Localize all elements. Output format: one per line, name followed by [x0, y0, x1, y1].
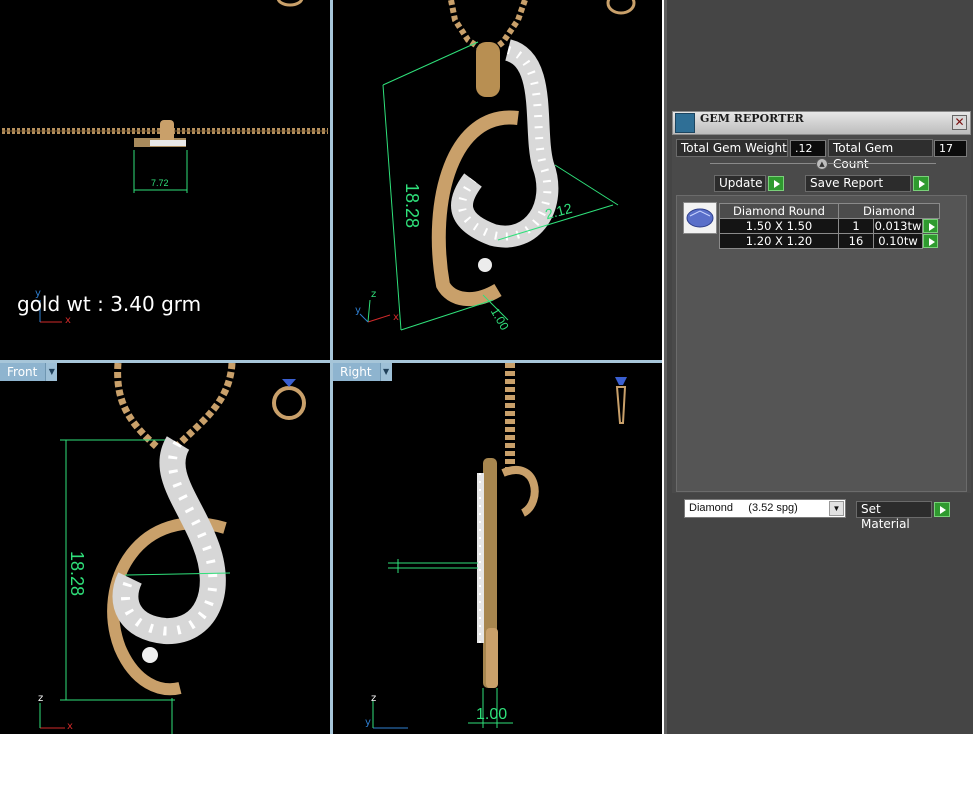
- total-gem-weight-label: Total Gem Weight: [676, 139, 788, 157]
- right-view-tab[interactable]: Right ▼: [333, 363, 392, 381]
- gem-row-count: 1: [838, 218, 874, 234]
- gem-table-header-shape: Diamond Round: [719, 203, 839, 219]
- axis-z-label: z: [371, 289, 377, 300]
- axis-y-label: y: [355, 305, 361, 316]
- chevron-down-icon[interactable]: ▼: [829, 501, 844, 516]
- viewport-front[interactable]: 18.28 z x Front ▼: [0, 363, 330, 734]
- gem-reporter-logo-icon: [675, 113, 695, 133]
- axis-x-label: x: [393, 312, 399, 323]
- gem-list-area: Diamond Round Diamond 1.50 X 1.50 1 0.01…: [676, 195, 967, 492]
- material-select[interactable]: Diamond (3.52 spg) ▼: [684, 499, 846, 518]
- update-button[interactable]: Update: [714, 175, 766, 192]
- material-select-value: Diamond (3.52 spg): [689, 502, 798, 514]
- gem-reporter-header[interactable]: GEM REPORTER ✕: [672, 111, 971, 135]
- persp-dimension-vertical: 18.28: [402, 182, 423, 229]
- viewport-divider-vertical[interactable]: [330, 0, 333, 734]
- axis-y-label: y: [365, 717, 371, 728]
- gem-reporter-panel: GEM REPORTER ✕ Total Gem Weight .12 Tota…: [672, 111, 971, 493]
- gem-row-size: 1.50 X 1.50: [719, 218, 839, 234]
- cad-workspace: 7.72 gold wt : 3.40 grm x y 18.28 2.12 1…: [0, 0, 973, 809]
- gold-weight-note: gold wt : 3.40 grm: [17, 292, 202, 316]
- chevron-down-icon[interactable]: ▼: [379, 363, 392, 381]
- total-gem-count-label: Total Gem Count: [828, 139, 933, 171]
- gem-row-weight: 0.013tw: [873, 218, 923, 234]
- update-go-icon[interactable]: [768, 176, 784, 191]
- right-view-tab-label: Right: [340, 365, 372, 379]
- gem-reporter-title: GEM REPORTER: [700, 112, 804, 125]
- save-report-button[interactable]: Save Report: [805, 175, 911, 192]
- gem-row-size: 1.20 X 1.20: [719, 233, 839, 249]
- close-icon[interactable]: ✕: [952, 115, 967, 130]
- gem-row-go-icon[interactable]: [923, 219, 938, 233]
- save-report-go-icon[interactable]: [913, 176, 929, 191]
- diamond-round-icon: [683, 202, 717, 234]
- front-dimension-label: 18.28: [67, 550, 88, 597]
- top-dimension-label: 7.72: [151, 178, 169, 188]
- right-sidebar: GEM REPORTER ✕ Total Gem Weight .12 Tota…: [664, 0, 973, 734]
- viewport-divider-horizontal[interactable]: [0, 360, 662, 363]
- axis-z-label: z: [371, 693, 377, 704]
- total-gem-weight-value: .12: [790, 140, 826, 157]
- total-gem-count-value: 17: [934, 140, 967, 157]
- front-view-tab-label: Front: [7, 365, 38, 379]
- set-material-go-icon[interactable]: [934, 502, 950, 517]
- axis-y-label: y: [35, 288, 41, 299]
- right-view-drawing: [372, 363, 627, 729]
- viewport-perspective[interactable]: 18.28 2.12 1.00 z y x: [333, 0, 662, 360]
- set-material-button[interactable]: Set Material: [856, 501, 932, 531]
- axis-x-label: x: [67, 721, 73, 732]
- gem-row-go-icon[interactable]: [923, 234, 938, 248]
- gem-table-header-material: Diamond: [838, 203, 940, 219]
- viewport-right[interactable]: 1.00 z y Right ▼: [333, 363, 662, 734]
- panel-slider-handle[interactable]: ▲: [816, 158, 828, 170]
- front-view-tab[interactable]: Front ▼: [0, 363, 58, 381]
- right-dimension-label: 1.00: [476, 706, 508, 723]
- chevron-down-icon[interactable]: ▼: [45, 363, 58, 381]
- axis-z-label: z: [38, 693, 44, 704]
- viewport-top[interactable]: 7.72 gold wt : 3.40 grm x y: [0, 0, 330, 360]
- gem-row-weight: 0.10tw: [873, 233, 923, 249]
- axis-x-label: x: [65, 315, 71, 326]
- gem-row-count: 16: [838, 233, 874, 249]
- front-view-drawing: [39, 363, 306, 734]
